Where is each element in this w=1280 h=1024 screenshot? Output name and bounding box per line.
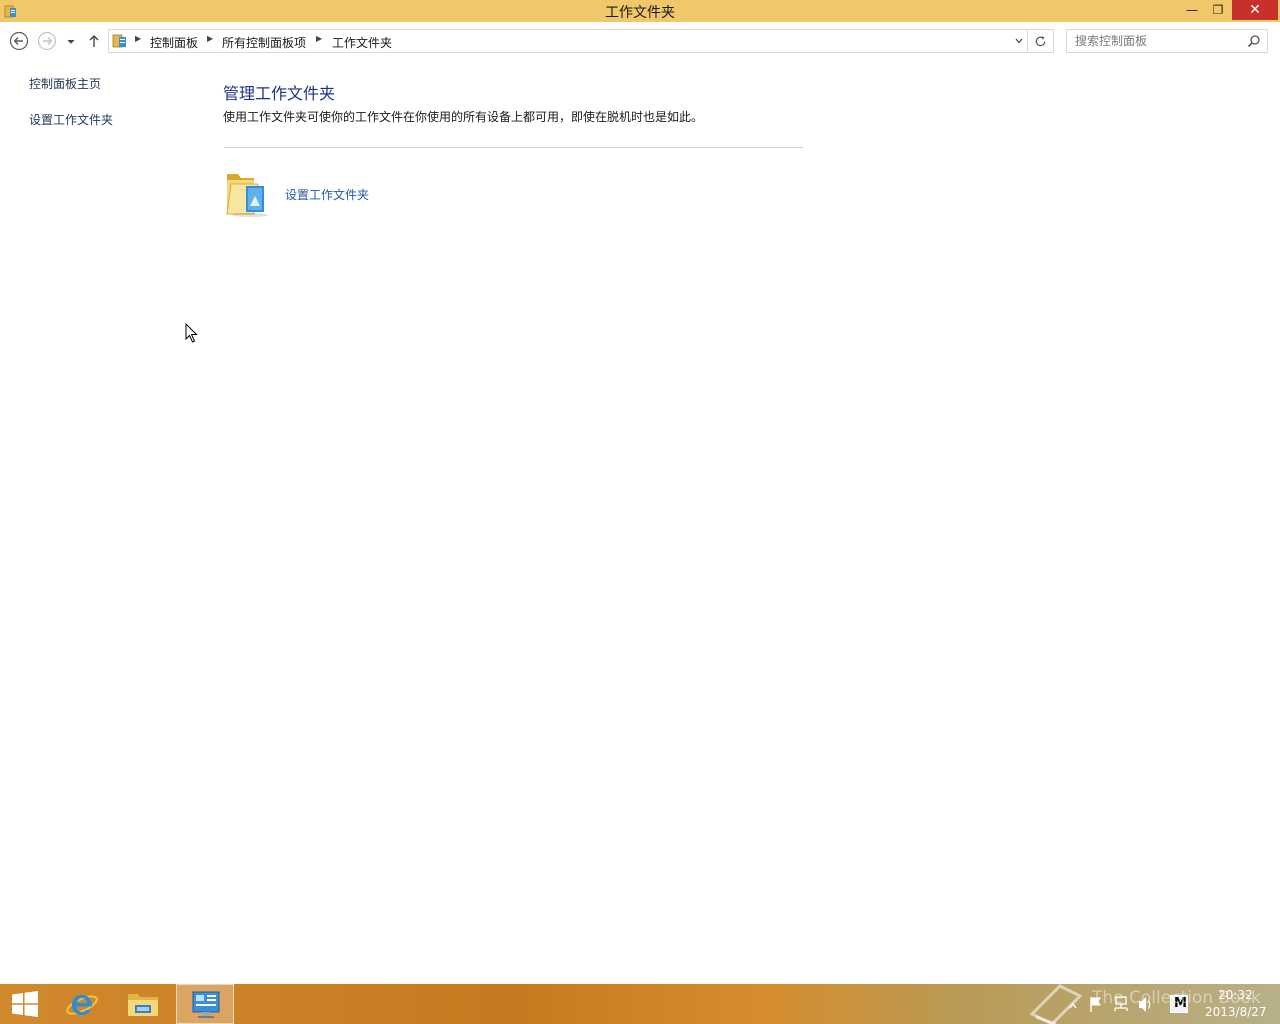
address-bar[interactable]: ▶ 控制面板 ▶ 所有控制面板项 ▶ 工作文件夹 <box>108 29 1028 53</box>
control-panel-icon <box>192 991 220 1018</box>
search-box[interactable] <box>1066 29 1268 53</box>
up-arrow-icon[interactable] <box>86 31 102 51</box>
maximize-button[interactable]: ❐ <box>1206 0 1230 20</box>
minimize-button[interactable]: — <box>1180 0 1204 20</box>
taskbar-file-explorer[interactable] <box>114 984 172 1024</box>
sidebar-item-control-panel-home[interactable]: 控制面板主页 <box>29 75 101 92</box>
sidebar-item-set-up-work-folders[interactable]: 设置工作文件夹 <box>29 111 113 128</box>
breadcrumb-separator-icon[interactable]: ▶ <box>316 34 322 43</box>
address-dropdown-chevron-icon[interactable] <box>1014 35 1024 47</box>
show-hidden-icons-icon[interactable] <box>1068 984 1078 1024</box>
start-icon <box>12 991 38 1017</box>
taskbar: M 20:32 2013/8/27 <box>0 984 1280 1024</box>
search-icon[interactable] <box>1247 34 1261 48</box>
file-explorer-icon <box>128 994 158 1016</box>
breadcrumb-work-folders[interactable]: 工作文件夹 <box>332 34 392 51</box>
work-folders-icon[interactable] <box>224 168 270 218</box>
breadcrumb-all-control-panel-items[interactable]: 所有控制面板项 <box>222 34 306 51</box>
taskbar-internet-explorer[interactable] <box>53 984 111 1024</box>
start-button[interactable] <box>0 984 58 1024</box>
refresh-button[interactable] <box>1028 29 1054 53</box>
close-button[interactable]: ✕ <box>1232 0 1278 20</box>
recent-locations-chevron-icon[interactable] <box>64 31 78 51</box>
breadcrumb-separator-icon[interactable]: ▶ <box>135 34 141 43</box>
back-icon[interactable] <box>9 31 29 51</box>
window-title: 工作文件夹 <box>605 5 675 21</box>
mouse-pointer-icon <box>185 323 198 343</box>
divider <box>224 147 803 148</box>
forward-icon[interactable] <box>37 31 57 51</box>
internet-explorer-icon <box>66 995 98 1015</box>
page-title: 管理工作文件夹 <box>223 84 336 103</box>
title-bar: 工作文件夹 — ❐ ✕ <box>0 0 1280 22</box>
breadcrumb-separator-icon[interactable]: ▶ <box>207 34 213 43</box>
set-up-work-folders-link[interactable]: 设置工作文件夹 <box>285 186 369 203</box>
navigation-bar: ▶ 控制面板 ▶ 所有控制面板项 ▶ 工作文件夹 <box>0 26 1280 56</box>
taskbar-control-panel[interactable] <box>176 984 234 1024</box>
breadcrumb-control-panel[interactable]: 控制面板 <box>150 34 198 51</box>
search-input[interactable] <box>1067 30 1243 52</box>
page-description: 使用工作文件夹可使你的工作文件在你使用的所有设备上都可用，即使在脱机时也是如此。 <box>223 110 704 124</box>
refresh-icon <box>1035 36 1046 47</box>
watermark-text: The Collection Book <box>1092 988 1261 1008</box>
control-panel-location-icon <box>112 34 126 48</box>
